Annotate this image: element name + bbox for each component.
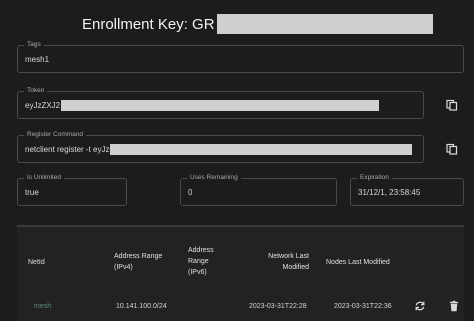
copy-token-button[interactable] [445, 98, 459, 112]
page-title: Enrollment Key: GR [82, 12, 433, 36]
uses-remaining-field[interactable]: Uses Remaining 0 [180, 173, 337, 206]
table-header: NetId Address Range (IPv4) Address Range… [17, 227, 464, 291]
token-value: eyJzZXJ2 [25, 92, 380, 118]
header-ipv6-line2: Range [188, 258, 209, 265]
header-address-range-ipv6: Address Range (IPv6) [188, 245, 214, 278]
redacted-token [61, 99, 380, 111]
header-ipv6-line3: (IPv6) [188, 269, 207, 276]
header-nodes-last-modified: Nodes Last Modified [326, 259, 390, 266]
row-network-last-modified: 2023-03-31T22:28 [249, 303, 307, 310]
tags-field[interactable]: Tags mesh1 [17, 40, 464, 73]
token-field[interactable]: Token eyJzZXJ2 [17, 86, 424, 119]
register-command-field[interactable]: Register Command netclient register -t e… [17, 130, 424, 163]
expiration-value: 31/12/1, 23:58:45 [358, 187, 421, 197]
header-modified-line1: Network Last [268, 253, 309, 260]
header-ipv4-line2: (IPv4) [114, 264, 133, 271]
redacted-key-name [216, 14, 433, 34]
expiration-field[interactable]: Expiration 31/12/1, 23:58:45 [350, 173, 464, 206]
header-modified-line2: Modified [282, 264, 309, 271]
header-ipv4-line1: Address Range [114, 253, 163, 260]
register-command-value: netclient register -t eyJz [25, 136, 413, 162]
page-title-text: Enrollment Key: GR [82, 15, 215, 33]
refresh-button[interactable] [413, 299, 427, 313]
copy-icon [446, 143, 458, 155]
table-row[interactable]: mesh 10.141.100.0/24 2023-03-31T22:28 20… [17, 291, 464, 321]
copy-icon [446, 99, 458, 111]
is-unlimited-field[interactable]: Is Unlimited true [17, 173, 127, 206]
delete-button[interactable] [447, 299, 461, 313]
uses-remaining-value: 0 [188, 187, 193, 197]
token-value-text: eyJzZXJ2 [25, 100, 61, 110]
refresh-icon [415, 301, 425, 311]
header-ipv6-line1: Address [188, 247, 214, 254]
header-network-last-modified: Network Last Modified [268, 251, 309, 273]
networks-table: NetId Address Range (IPv4) Address Range… [17, 225, 464, 321]
delete-icon [450, 300, 458, 312]
row-netid[interactable]: mesh [34, 303, 51, 310]
register-command-text: netclient register -t eyJz [25, 144, 110, 154]
is-unlimited-value: true [25, 187, 39, 197]
copy-command-button[interactable] [445, 142, 459, 156]
enrollment-key-detail: Enrollment Key: GR Tags mesh1 Token eyJz… [0, 0, 474, 321]
redacted-command [110, 143, 413, 155]
row-ipv4: 10.141.100.0/24 [116, 303, 167, 310]
tags-value: mesh1 [25, 54, 50, 64]
header-netid: NetId [28, 259, 45, 266]
row-nodes-last-modified: 2023-03-31T22:36 [334, 303, 392, 310]
uses-remaining-label: Uses Remaining [187, 173, 241, 183]
header-address-range-ipv4: Address Range (IPv4) [114, 251, 162, 273]
